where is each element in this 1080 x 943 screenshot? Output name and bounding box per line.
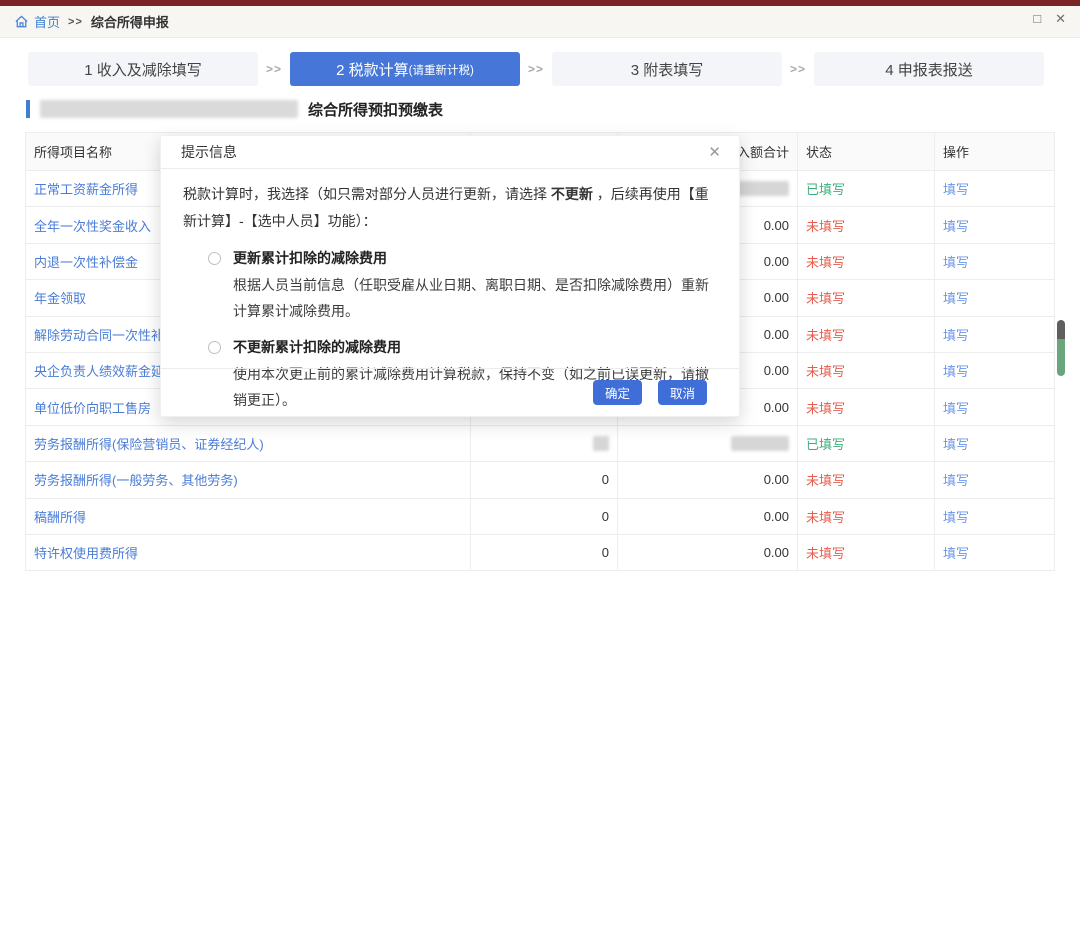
status-badge: 未填写 [806, 361, 845, 380]
header-action: 操作 [935, 133, 1056, 170]
radio-keep-deduction[interactable] [208, 341, 221, 354]
fill-action-link[interactable]: 填写 [943, 398, 969, 417]
dialog-title: 提示信息 [181, 142, 237, 162]
step-arrow-icon: >> [782, 62, 814, 76]
status-badge: 未填写 [806, 543, 845, 562]
scrollbar-dark-segment [1057, 320, 1065, 339]
tab-step1-income[interactable]: 1 收入及减除填写 [28, 52, 258, 86]
option-update-description: 根据人员当前信息（任职受雇从业日期、离职日期、是否扣除减除费用）重新计算累计减除… [233, 272, 719, 324]
redacted-value [593, 436, 609, 451]
status-badge: 已填写 [806, 179, 845, 198]
count-cell: 0 [471, 535, 618, 570]
header-status: 状态 [798, 133, 935, 170]
count-cell [471, 426, 618, 461]
confirm-button[interactable]: 确定 [593, 380, 642, 405]
income-item-link[interactable]: 全年一次性奖金收入 [34, 216, 151, 235]
prompt-dialog: 提示信息 ✕ 税款计算时，我选择（如只需对部分人员进行更新，请选择 不更新 ，后… [160, 135, 740, 417]
step-tabs: 1 收入及减除填写 >> 2 税款计算(请重新计税) >> 3 附表填写 >> … [0, 52, 1080, 86]
close-icon[interactable]: ✕ [1055, 12, 1066, 25]
tab-step2-label: 2 税款计算 [336, 59, 409, 80]
window-controls: □ ✕ [1033, 12, 1066, 25]
fill-action-link[interactable]: 填写 [943, 361, 969, 380]
dialog-header: 提示信息 ✕ [161, 136, 739, 169]
fill-action-link[interactable]: 填写 [943, 434, 969, 453]
income-total-cell [618, 426, 798, 461]
title-accent-bar [26, 100, 30, 118]
table-row: 特许权使用费所得 0 0.00 未填写 填写 [26, 535, 1054, 571]
breadcrumb-separator: >> [68, 16, 83, 28]
table-row: 劳务报酬所得(一般劳务、其他劳务) 0 0.00 未填写 填写 [26, 462, 1054, 498]
tab-step2-tax-calc[interactable]: 2 税款计算(请重新计税) [290, 52, 520, 86]
dialog-footer: 确定 取消 [161, 368, 739, 416]
income-item-link[interactable]: 特许权使用费所得 [34, 543, 138, 562]
page-title: 综合所得预扣预缴表 [308, 99, 443, 120]
tab-step4-label: 4 申报表报送 [885, 59, 973, 80]
vertical-scrollbar-thumb[interactable] [1057, 320, 1065, 376]
maximize-icon[interactable]: □ [1033, 12, 1041, 25]
breadcrumb-current-page: 综合所得申报 [91, 12, 169, 31]
fill-action-link[interactable]: 填写 [943, 179, 969, 198]
count-cell: 0 [471, 499, 618, 534]
count-cell: 0 [471, 462, 618, 497]
status-badge: 已填写 [806, 434, 845, 453]
income-item-link[interactable]: 劳务报酬所得(保险营销员、证券经纪人) [34, 434, 264, 453]
fill-action-link[interactable]: 填写 [943, 288, 969, 307]
tab-step4-submit[interactable]: 4 申报表报送 [814, 52, 1044, 86]
option-update: 更新累计扣除的减除费用 根据人员当前信息（任职受雇从业日期、离职日期、是否扣除减… [183, 248, 719, 324]
tab-step3-label: 3 附表填写 [631, 59, 704, 80]
status-badge: 未填写 [806, 398, 845, 417]
fill-action-link[interactable]: 填写 [943, 325, 969, 344]
income-total-cell: 0.00 [618, 462, 798, 497]
tab-step1-label: 1 收入及减除填写 [84, 59, 202, 80]
status-badge: 未填写 [806, 216, 845, 235]
status-badge: 未填写 [806, 288, 845, 307]
tab-step2-suffix: (请重新计税) [409, 62, 474, 78]
income-item-link[interactable]: 单位低价向职工售房 [34, 398, 151, 417]
section-title-row: 综合所得预扣预缴表 [26, 99, 443, 119]
breadcrumb: 首页 >> 综合所得申报 [0, 6, 1080, 38]
scrollbar-green-segment [1057, 339, 1065, 376]
tab-step3-schedules[interactable]: 3 附表填写 [552, 52, 782, 86]
income-total-cell: 0.00 [618, 535, 798, 570]
fill-action-link[interactable]: 填写 [943, 216, 969, 235]
redacted-value [731, 436, 789, 451]
breadcrumb-home-link[interactable]: 首页 [34, 12, 60, 31]
step-arrow-icon: >> [520, 62, 552, 76]
intro-text-bold: 不更新 [551, 186, 593, 202]
intro-text-a: 税款计算时，我选择（如只需对部分人员进行更新，请选择 [183, 186, 551, 202]
dialog-close-icon[interactable]: ✕ [708, 145, 721, 160]
status-badge: 未填写 [806, 252, 845, 271]
income-item-link[interactable]: 年金领取 [34, 288, 86, 307]
table-row: 劳务报酬所得(保险营销员、证券经纪人) 已填写 填写 [26, 426, 1054, 462]
dialog-intro-text: 税款计算时，我选择（如只需对部分人员进行更新，请选择 不更新 ，后续再使用【重新… [183, 181, 719, 235]
status-badge: 未填写 [806, 507, 845, 526]
option-update-label[interactable]: 更新累计扣除的减除费用 [233, 248, 387, 268]
income-item-link[interactable]: 稿酬所得 [34, 507, 86, 526]
income-item-link[interactable]: 正常工资薪金所得 [34, 179, 138, 198]
status-badge: 未填写 [806, 470, 845, 489]
home-icon [14, 14, 29, 29]
income-item-link[interactable]: 劳务报酬所得(一般劳务、其他劳务) [34, 470, 238, 489]
status-badge: 未填写 [806, 325, 845, 344]
fill-action-link[interactable]: 填写 [943, 470, 969, 489]
radio-update-deduction[interactable] [208, 252, 221, 265]
fill-action-link[interactable]: 填写 [943, 252, 969, 271]
income-item-link[interactable]: 内退一次性补偿金 [34, 252, 138, 271]
cancel-button[interactable]: 取消 [658, 380, 707, 405]
fill-action-link[interactable]: 填写 [943, 507, 969, 526]
step-arrow-icon: >> [258, 62, 290, 76]
option-no-update-label[interactable]: 不更新累计扣除的减除费用 [233, 337, 401, 357]
income-total-cell: 0.00 [618, 499, 798, 534]
redacted-tax-period [40, 100, 298, 118]
table-row: 稿酬所得 0 0.00 未填写 填写 [26, 499, 1054, 535]
fill-action-link[interactable]: 填写 [943, 543, 969, 562]
